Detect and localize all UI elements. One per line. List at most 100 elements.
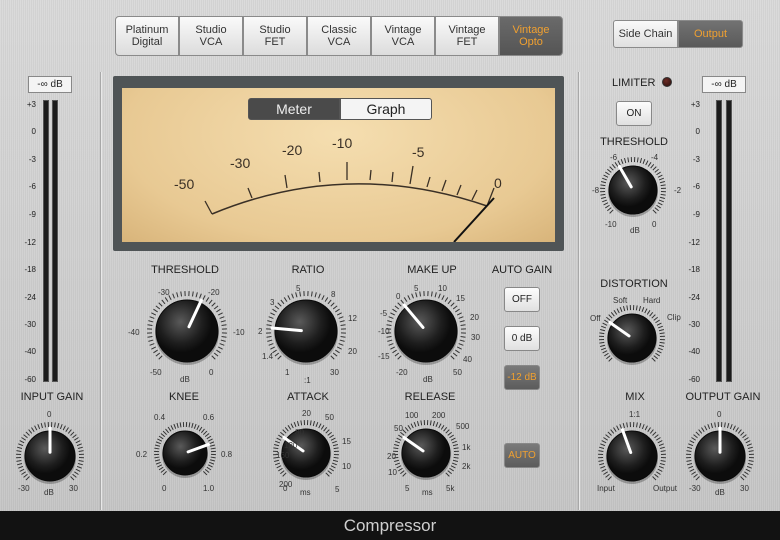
- make-up-tick-label: -20: [396, 368, 408, 377]
- limiter-threshold-tick-label: -6: [610, 153, 618, 162]
- make-up-tick-label: 40: [463, 355, 472, 364]
- meter-scale-label: +3: [26, 100, 36, 109]
- release-tick-label: 50: [394, 424, 403, 433]
- make-up-tick-label: 10: [438, 284, 447, 293]
- mix-tick-label: 1:1: [629, 410, 641, 419]
- input-meter-left: [43, 100, 49, 382]
- input-gain-tick-label: 0: [47, 410, 52, 419]
- release-tick-label: 5k: [446, 484, 455, 493]
- attack-unit-label: ms: [300, 488, 311, 497]
- knee-tick-label: 0.6: [203, 413, 215, 422]
- attack-tick-label: 10: [342, 462, 351, 471]
- meter-scale-label: -30: [688, 320, 700, 329]
- model-button[interactable]: Vintage FET: [435, 16, 499, 56]
- knee-tick-label: 0.8: [221, 450, 233, 459]
- output-meter-left: [716, 100, 722, 382]
- attack-tick-label: 0: [283, 484, 288, 493]
- auto-gain-label: AUTO GAIN: [491, 264, 553, 276]
- side-chain-button[interactable]: Side Chain: [613, 20, 678, 48]
- meter-scale-label: -60: [24, 375, 36, 384]
- mix-tick-label: Input: [597, 484, 615, 493]
- auto-gain-off-button[interactable]: OFF: [504, 287, 540, 312]
- sidechain-output-toggle: Side Chain Output: [613, 20, 743, 48]
- attack-label: ATTACK: [287, 391, 329, 403]
- output-gain-tick-label: 0: [717, 410, 722, 419]
- input-gain-unit-label: dB: [44, 488, 54, 497]
- tab-meter[interactable]: Meter: [248, 98, 340, 120]
- mix-tick-label: Output: [653, 484, 678, 493]
- make-up-tick-label: 5: [414, 284, 419, 293]
- meter-scale-label: -12: [24, 238, 36, 247]
- limiter-threshold-tick-label: 0: [652, 220, 657, 229]
- auto-gain-minus12-button[interactable]: -12 dB: [504, 365, 540, 390]
- threshold-knob[interactable]: [142, 286, 232, 376]
- ratio-tick-label: 30: [330, 368, 339, 377]
- ratio-tick-label: 1.4: [262, 352, 274, 361]
- limiter-threshold-knob[interactable]: [595, 152, 671, 228]
- threshold-label: THRESHOLD: [151, 264, 219, 276]
- model-button[interactable]: Studio VCA: [179, 16, 243, 56]
- make-up-tick-label: -15: [378, 352, 390, 361]
- model-button[interactable]: Platinum Digital: [115, 16, 179, 56]
- make-up-unit-label: dB: [423, 375, 433, 384]
- distortion-label: DISTORTION: [600, 278, 668, 290]
- auto-gain-0db-button[interactable]: 0 dB: [504, 326, 540, 351]
- limiter-threshold-tick-label: -8: [592, 186, 600, 195]
- compressor-plugin: Platinum Digital Studio VCA Studio FET Clas…: [0, 0, 780, 540]
- limiter-label: LIMITER: [612, 77, 656, 89]
- vu-label: -50: [174, 176, 194, 192]
- ratio-tick-label: 1: [285, 368, 290, 377]
- meter-scale-label: -9: [692, 210, 700, 219]
- output-button[interactable]: Output: [678, 20, 743, 48]
- auto-release-button[interactable]: AUTO: [504, 443, 540, 468]
- ratio-knob[interactable]: [261, 286, 351, 376]
- model-selector: Platinum Digital Studio VCA Studio FET Clas…: [115, 16, 563, 56]
- mix-label: MIX: [625, 391, 645, 403]
- distortion-knob[interactable]: [594, 300, 670, 376]
- limiter-threshold-label: THRESHOLD: [600, 136, 668, 148]
- release-tick-label: 500: [456, 422, 470, 431]
- meter-scale-label: -12: [688, 238, 700, 247]
- output-level-readout: -∞ dB: [702, 76, 746, 93]
- model-button[interactable]: Studio FET: [243, 16, 307, 56]
- attack-tick-label: 80: [295, 428, 304, 437]
- release-tick-label: 2k: [462, 462, 471, 471]
- meter-scale-label: -6: [28, 182, 36, 191]
- meter-scale-label: -24: [688, 293, 700, 302]
- meter-scale-label: 0: [695, 127, 700, 136]
- threshold-tick-label: -20: [208, 288, 220, 297]
- release-tick-label: 200: [432, 411, 446, 420]
- distortion-tick-label: Soft: [613, 296, 628, 305]
- release-label: RELEASE: [404, 391, 456, 403]
- release-tick-label: 20: [387, 452, 396, 461]
- threshold-tick-label: 0: [209, 368, 214, 377]
- make-up-tick-label: 30: [471, 333, 480, 342]
- threshold-tick-label: -30: [158, 288, 170, 297]
- ratio-tick-label: 20: [348, 347, 357, 356]
- meter-scale-label: -3: [692, 155, 700, 164]
- make-up-tick-label: 15: [456, 294, 465, 303]
- limiter-threshold-tick-label: -10: [605, 220, 617, 229]
- limiter-threshold-unit-label: dB: [630, 226, 640, 235]
- make-up-tick-label: -5: [380, 309, 388, 318]
- meter-scale-label: -40: [24, 347, 36, 356]
- attack-tick-label: 15: [342, 437, 351, 446]
- knee-tick-label: 0.4: [154, 413, 166, 422]
- model-button[interactable]: Vintage Opto: [499, 16, 563, 56]
- knee-label: KNEE: [169, 391, 199, 403]
- output-gain-unit-label: dB: [715, 488, 725, 497]
- ratio-tick-label: 3: [270, 298, 275, 307]
- meter-scale-label: -9: [28, 210, 36, 219]
- model-button[interactable]: Vintage VCA: [371, 16, 435, 56]
- knee-knob[interactable]: [149, 417, 221, 489]
- limiter-on-button[interactable]: ON: [616, 101, 652, 126]
- output-gain-tick-label: -30: [689, 484, 701, 493]
- make-up-tick-label: 0: [396, 292, 401, 301]
- input-meter-right: [52, 100, 58, 382]
- attack-tick-label: 5: [335, 485, 340, 494]
- tab-graph[interactable]: Graph: [340, 98, 432, 120]
- make-up-tick-label: -10: [378, 327, 390, 336]
- attack-tick-label: 20: [302, 409, 311, 418]
- meter-scale-label: -24: [24, 293, 36, 302]
- model-button[interactable]: Classic VCA: [307, 16, 371, 56]
